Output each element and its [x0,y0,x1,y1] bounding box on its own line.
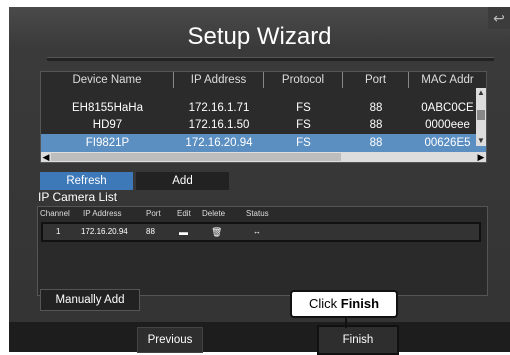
scroll-down-icon[interactable]: ▼ [476,136,486,146]
table-row-selected[interactable]: FI9821P 172.16.20.94 FS 88 00626E5 [41,134,486,152]
scroll-thumb[interactable] [477,110,485,120]
title-divider [47,57,494,61]
col-protocol[interactable]: Protocol [264,72,343,88]
table-row[interactable]: HD97 172.16.1.50 FS 88 0000eee [41,116,486,134]
col-port[interactable]: Port [343,72,409,88]
refresh-button[interactable]: Refresh [40,172,133,190]
edit-icon[interactable]: ▬ [179,227,188,237]
vertical-scrollbar[interactable]: ▲ ▼ [476,88,486,146]
camera-list-panel: Channel IP Address Port Edit Delete Stat… [37,206,488,296]
finish-button[interactable]: Finish [317,325,399,355]
callout-pointer [345,316,347,328]
col-mac-address[interactable]: MAC Addr [409,72,486,88]
device-actions: Refresh Add [40,172,229,190]
scroll-up-icon[interactable]: ▲ [476,88,486,98]
table-row[interactable]: EH8155HaHa 172.16.1.71 FS 88 0ABC0CE [41,99,486,117]
device-table-header: Device Name IP Address Protocol Port MAC… [41,72,486,88]
camera-list-title: IP Camera List [38,190,118,204]
scroll-left-icon[interactable]: ◀ [41,152,51,162]
horizontal-scrollbar[interactable]: ◀ ▶ [41,152,486,162]
scroll-right-icon[interactable]: ▶ [476,152,486,162]
click-finish-callout: Click Finish [290,290,398,318]
scroll-thumb[interactable] [51,153,341,161]
col-ip-address[interactable]: IP Address [174,72,264,88]
camera-row[interactable]: 1 172.16.20.94 88 ▬ 🗑 ↔ [41,222,481,242]
status-icon: ↔ [253,227,261,236]
manually-add-button[interactable]: Manually Add [40,289,140,311]
footer-bar [9,322,510,352]
delete-icon[interactable]: 🗑 [211,227,222,238]
device-table: Device Name IP Address Protocol Port MAC… [40,71,487,163]
page-title: Setup Wizard [187,23,332,50]
add-button[interactable]: Add [136,172,229,190]
setup-wizard-window: ↩ Setup Wizard Device Name IP Address Pr… [9,7,510,355]
col-device-name[interactable]: Device Name [41,72,174,88]
previous-button[interactable]: Previous [137,327,203,353]
